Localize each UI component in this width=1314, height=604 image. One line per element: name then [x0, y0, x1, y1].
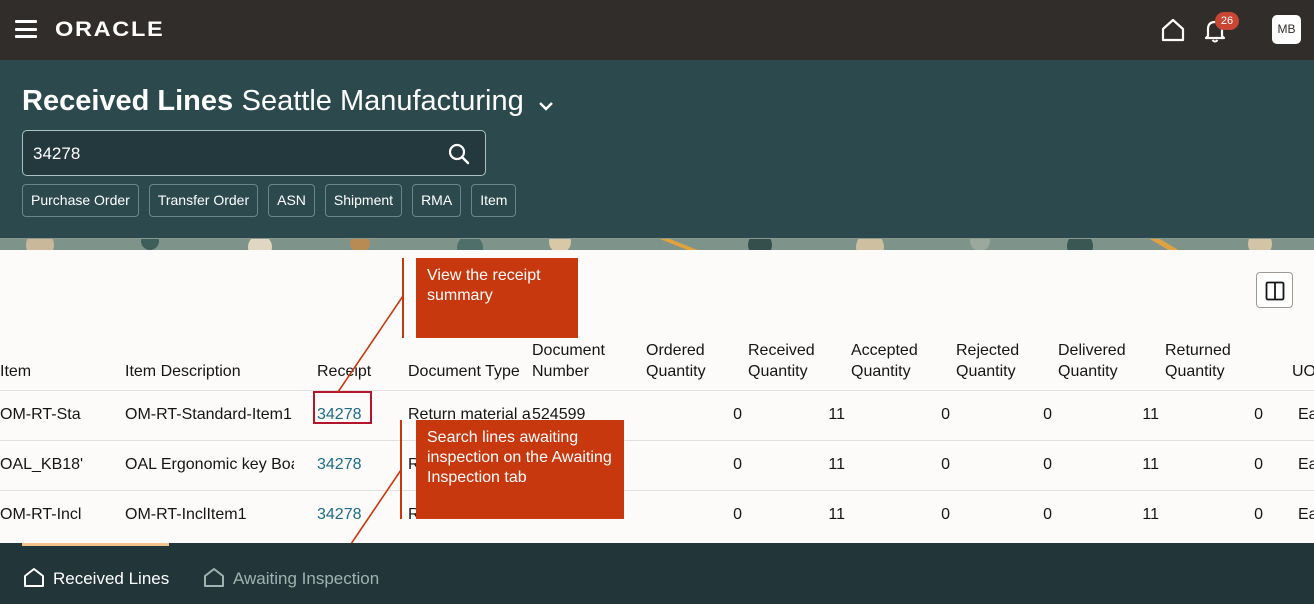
column-header[interactable]: UO	[1269, 334, 1314, 390]
accepted-quantity-cell: 0	[851, 439, 956, 490]
item-cell: OAL_KB18'	[0, 439, 102, 490]
page-header: Received Lines Seattle Manufacturing Pur…	[0, 60, 1314, 238]
column-header[interactable]: Delivered Quantity	[1058, 334, 1165, 390]
receipt-highlight-box	[313, 391, 372, 424]
receipt-link[interactable]: 34278	[317, 506, 362, 523]
column-header[interactable]: Accepted Quantity	[851, 334, 956, 390]
table-row[interactable]: OM-RT-Incl OM-RT-InclItem1 34278 R 0 11 …	[0, 489, 1314, 540]
rejected-quantity-cell: 0	[956, 489, 1058, 540]
active-tab-indicator	[22, 543, 169, 546]
ordered-quantity-cell: 0	[646, 389, 748, 440]
chip-purchase-order[interactable]: Purchase Order	[22, 184, 139, 217]
tab-label: Received Lines	[53, 569, 170, 588]
item-cell: OM-RT-Incl	[0, 489, 102, 540]
menu-icon[interactable]	[15, 20, 37, 38]
panel-toggle-button[interactable]	[1256, 272, 1293, 308]
ordered-quantity-cell: 0	[646, 489, 748, 540]
home-outline-icon	[24, 568, 44, 587]
delivered-quantity-cell: 11	[1058, 389, 1165, 440]
top-bar: ORACLE 26 MB	[0, 0, 1314, 60]
results-panel: Item Item Description Receipt Document T…	[0, 250, 1314, 543]
item-description-cell: OAL Ergonomic key Boa	[102, 439, 294, 490]
search-filter-chips: Purchase Order Transfer Order ASN Shipme…	[22, 184, 517, 217]
chip-rma[interactable]: RMA	[412, 184, 462, 217]
received-lines-table: Item Item Description Receipt Document T…	[0, 334, 1314, 540]
uom-cell: Ea	[1269, 389, 1314, 440]
rejected-quantity-cell: 0	[956, 439, 1058, 490]
table-row[interactable]: OM-RT-Sta OM-RT-Standard-Item1 34278 Ret…	[0, 389, 1314, 440]
chevron-down-icon[interactable]	[538, 100, 554, 112]
column-header[interactable]: Document Number	[532, 334, 646, 390]
ordered-quantity-cell: 0	[646, 439, 748, 490]
search-input[interactable]	[33, 143, 433, 165]
home-icon[interactable]	[1159, 16, 1187, 44]
received-quantity-cell: 11	[748, 439, 851, 490]
tab-label: Awaiting Inspection	[233, 569, 380, 588]
user-avatar[interactable]: MB	[1272, 15, 1301, 44]
column-header[interactable]: Received Quantity	[748, 334, 851, 390]
chip-shipment[interactable]: Shipment	[324, 184, 403, 217]
oracle-logo: ORACLE	[55, 18, 165, 41]
column-header[interactable]: Returned Quantity	[1165, 334, 1269, 390]
chip-asn[interactable]: ASN	[268, 184, 315, 217]
page-title: Received Lines Seattle Manufacturing	[22, 85, 554, 118]
uom-cell: Ea	[1269, 489, 1314, 540]
receipt-link[interactable]: 34278	[317, 456, 362, 473]
column-header[interactable]: Ordered Quantity	[646, 334, 748, 390]
item-description-cell: OM-RT-Standard-Item1	[102, 389, 294, 440]
accepted-quantity-cell: 0	[851, 489, 956, 540]
column-header[interactable]: Rejected Quantity	[956, 334, 1058, 390]
column-header[interactable]: Receipt	[294, 334, 385, 390]
received-quantity-cell: 11	[748, 389, 851, 440]
home-outline-icon	[204, 568, 224, 587]
callout-receipt-summary: View the receipt summary	[416, 258, 578, 338]
tab-received-lines[interactable]: Received Lines	[23, 567, 169, 589]
item-description-cell: OM-RT-InclItem1	[102, 489, 294, 540]
received-quantity-cell: 11	[748, 489, 851, 540]
returned-quantity-cell: 0	[1165, 489, 1269, 540]
organization-selector[interactable]: Seattle Manufacturing	[242, 85, 524, 117]
notification-badge: 26	[1215, 12, 1239, 30]
chip-item[interactable]: Item	[471, 184, 517, 217]
chip-transfer-order[interactable]: Transfer Order	[148, 184, 259, 217]
search-icon[interactable]	[447, 142, 471, 166]
table-row[interactable]: OAL_KB18' OAL Ergonomic key Boa 34278 R …	[0, 439, 1314, 490]
callout-awaiting-inspection: Search lines awaiting inspection on the …	[416, 420, 624, 519]
tab-awaiting-inspection[interactable]: Awaiting Inspection	[203, 567, 379, 589]
accepted-quantity-cell: 0	[851, 389, 956, 440]
column-header[interactable]: Document Type	[385, 334, 532, 390]
split-panel-icon	[1265, 281, 1285, 301]
column-header[interactable]: Item	[0, 334, 102, 390]
search-box	[22, 130, 486, 176]
column-header[interactable]: Item Description	[102, 334, 294, 390]
returned-quantity-cell: 0	[1165, 389, 1269, 440]
table-header-row: Item Item Description Receipt Document T…	[0, 334, 1314, 390]
item-cell: OM-RT-Sta	[0, 389, 102, 440]
uom-cell: Ea	[1269, 439, 1314, 490]
delivered-quantity-cell: 11	[1058, 489, 1165, 540]
delivered-quantity-cell: 11	[1058, 439, 1165, 490]
decorative-banner	[0, 238, 1314, 250]
page-title-main: Received Lines	[22, 85, 234, 117]
returned-quantity-cell: 0	[1165, 439, 1269, 490]
bottom-tab-bar: Received Lines Awaiting Inspection	[0, 543, 1314, 604]
rejected-quantity-cell: 0	[956, 389, 1058, 440]
